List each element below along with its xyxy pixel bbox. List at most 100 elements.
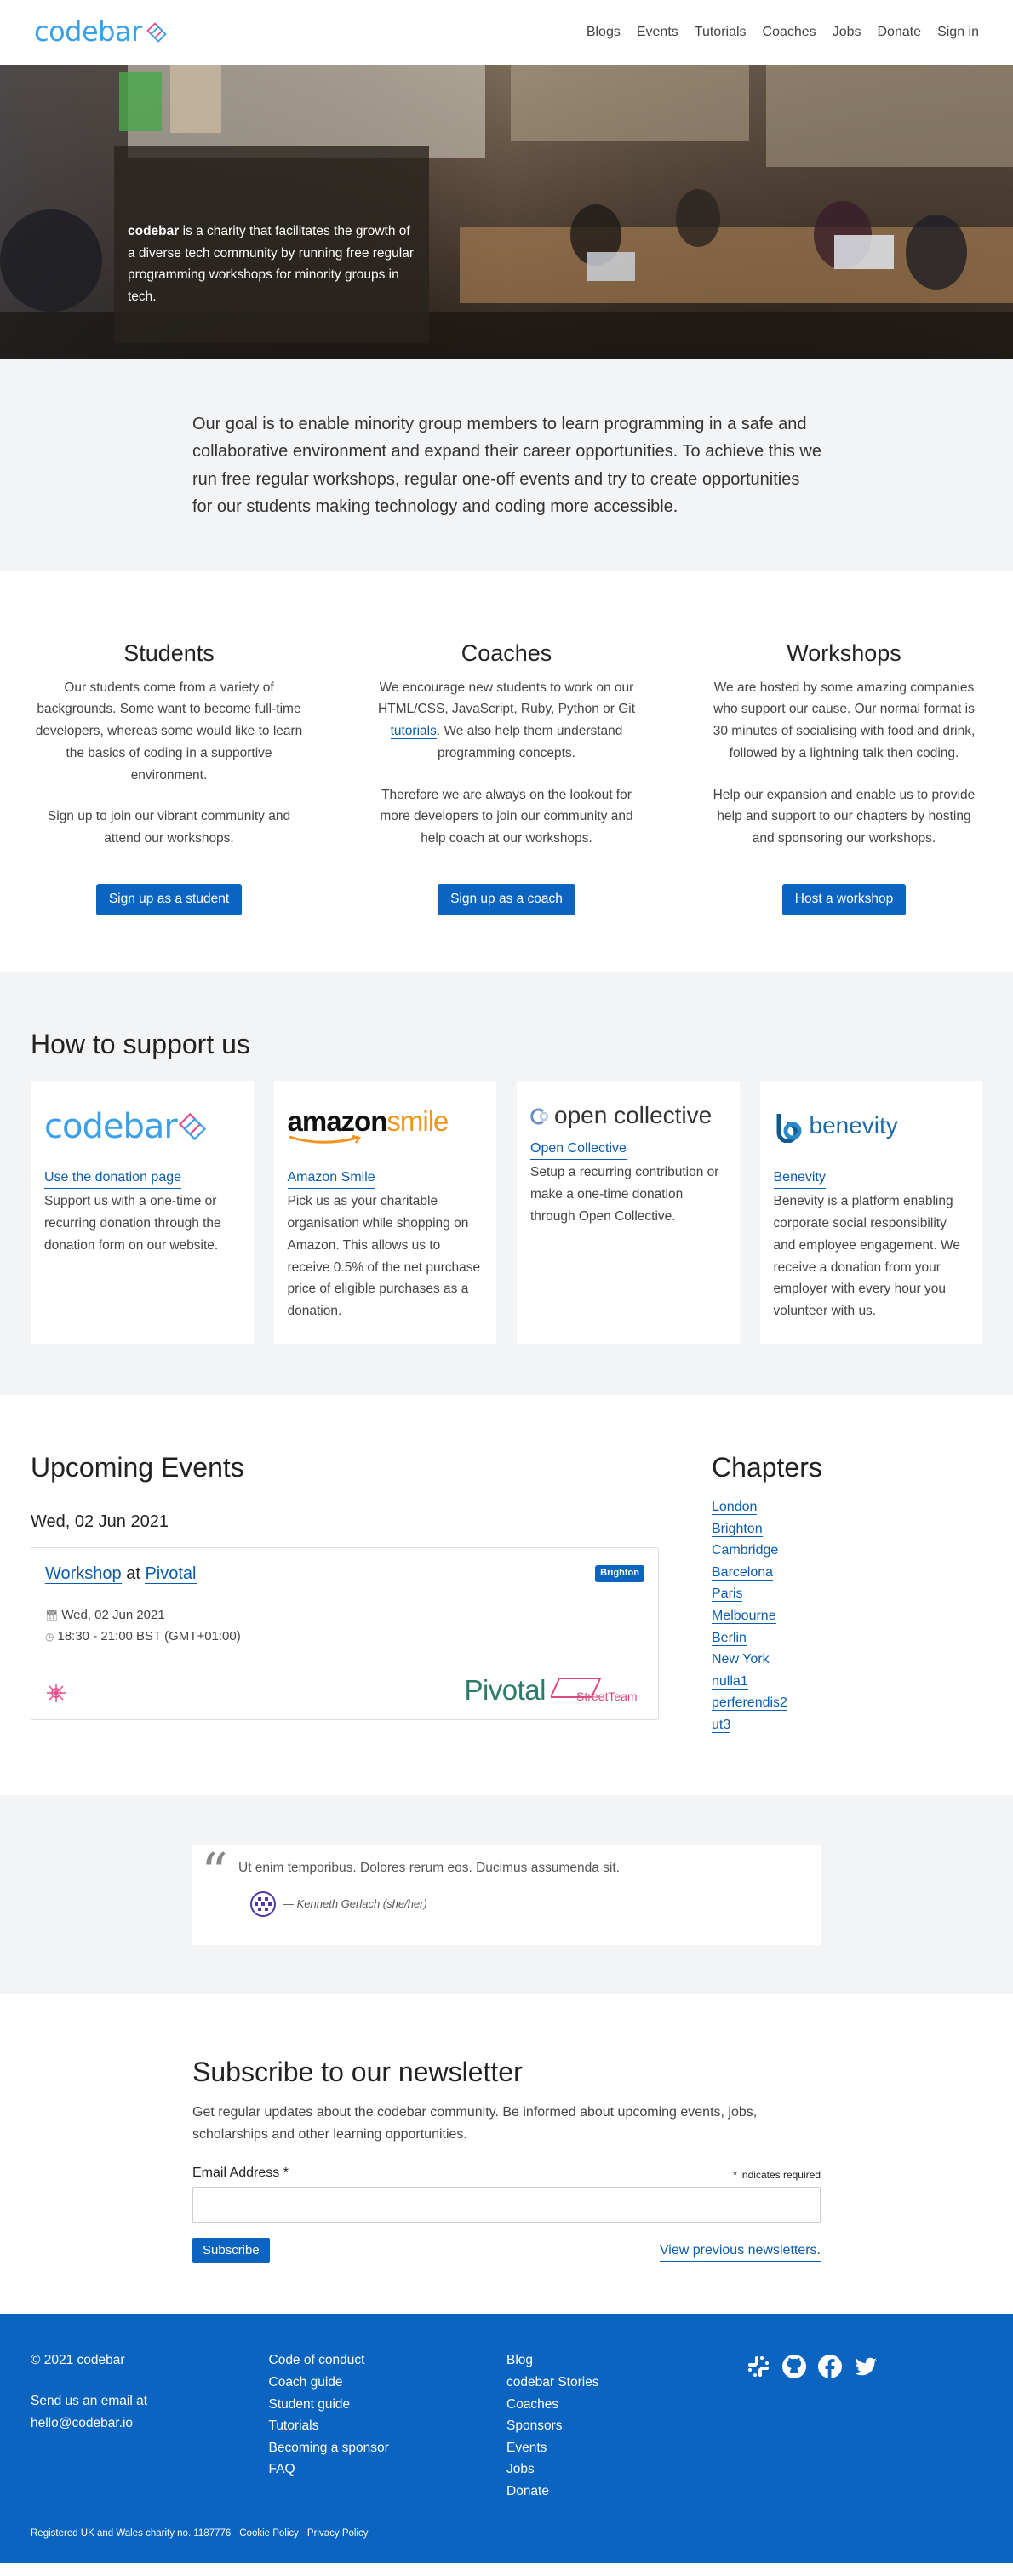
amazon-smile-text: Pick us as your charitable organisation … — [287, 1194, 481, 1318]
benevity-link[interactable]: Benevity — [773, 1167, 826, 1190]
nav-sign-in[interactable]: Sign in — [937, 21, 979, 43]
nav-donate[interactable]: Donate — [877, 21, 921, 43]
support-title: How to support us — [31, 1028, 250, 1059]
chapter-berlin[interactable]: Berlin — [712, 1630, 747, 1646]
chapter-item: Barcelona — [712, 1562, 822, 1584]
footer-link-blog[interactable]: Blog — [506, 2353, 533, 2367]
sponsor-logo[interactable]: Pivotal StreetTeam — [464, 1676, 644, 1704]
nav-events[interactable]: Events — [637, 21, 678, 43]
workshops-text-1: We are hosted by some amazing companies … — [713, 680, 976, 760]
workshops-text-2: Help our expansion and enable us to prov… — [713, 787, 976, 846]
nav-blogs[interactable]: Blogs — [587, 21, 621, 43]
chapter-perferendis2[interactable]: perferendis2 — [712, 1695, 787, 1712]
event-date-row: 📅︎ Wed, 02 Jun 2021 — [45, 1604, 644, 1626]
footer-social — [745, 2349, 983, 2502]
host-workshop-button[interactable]: Host a workshop — [781, 883, 907, 915]
events-title: Upcoming Events — [31, 1451, 244, 1483]
student-signup-button[interactable]: Sign up as a student — [95, 883, 243, 915]
footer-link-code-of-conduct[interactable]: Code of conduct — [269, 2353, 365, 2367]
chapter-melbourne[interactable]: Melbourne — [712, 1608, 776, 1624]
footer-link-stories[interactable]: codebar Stories — [506, 2375, 599, 2390]
email-label: Email Address * — [192, 2165, 289, 2180]
chapter-paris[interactable]: Paris — [712, 1586, 743, 1603]
nav-coaches[interactable]: Coaches — [763, 21, 816, 43]
goal-text: Our goal is to enable minority group mem… — [192, 415, 821, 517]
calendar-icon: 📅︎ — [45, 1609, 59, 1621]
donation-page-link[interactable]: Use the donation page — [44, 1167, 182, 1190]
coaches-text-2: Therefore we are always on the lookout f… — [380, 787, 633, 846]
open-collective-link[interactable]: Open Collective — [530, 1138, 627, 1161]
open-collective-card: open collective Open Collective Setup a … — [517, 1081, 740, 1344]
footer-link-faq[interactable]: FAQ — [269, 2462, 295, 2476]
nav-tutorials[interactable]: Tutorials — [695, 21, 747, 43]
logo-mark-icon — [146, 22, 167, 43]
chapter-badge[interactable]: Brighton — [595, 1564, 644, 1582]
cookie-policy-link[interactable]: Cookie Policy — [239, 2526, 299, 2541]
support-cards: codebar Use the donation page Support us… — [31, 1081, 982, 1344]
copyright: © 2021 codebar — [31, 2353, 125, 2368]
footer-link-student-guide[interactable]: Student guide — [269, 2397, 351, 2412]
footer-link-becoming-sponsor[interactable]: Becoming a sponsor — [269, 2441, 389, 2455]
testimonial-card: “ Ut enim temporibus. Dolores rerum eos.… — [192, 1841, 821, 1946]
benevity-text-body: Benevity is a platform enabling corporat… — [773, 1194, 960, 1318]
tutorials-link[interactable]: tutorials — [390, 724, 437, 740]
streetteam-logo: StreetTeam — [551, 1677, 644, 1704]
author-name: — Kenneth Gerlach (she/her) — [283, 1896, 427, 1910]
upcoming-events: Upcoming Events Wed, 02 Jun 2021 Worksho… — [31, 1446, 659, 1736]
amazon-smile-link[interactable]: Amazon Smile — [287, 1167, 375, 1190]
privacy-policy-link[interactable]: Privacy Policy — [307, 2526, 369, 2541]
chapter-london[interactable]: London — [712, 1499, 758, 1515]
footer-link-coaches[interactable]: Coaches — [506, 2397, 558, 2412]
footer-columns: © 2021 codebar Send us an email at hello@… — [31, 2349, 982, 2502]
chapter-cambridge[interactable]: Cambridge — [712, 1543, 779, 1559]
twitter-icon[interactable] — [852, 2353, 879, 2388]
footer-link-sponsors[interactable]: Sponsors — [506, 2418, 562, 2433]
coaches-text-1b: . We also help them understand programmi… — [436, 724, 623, 760]
chapters-title: Chapters — [712, 1451, 822, 1483]
social-links — [745, 2353, 983, 2388]
event-meta: 📅︎ Wed, 02 Jun 2021 ◷ 18:30 - 21:00 BST (G… — [45, 1604, 644, 1648]
footer-link-donate[interactable]: Donate — [506, 2484, 549, 2499]
amazon-smile-arrow-icon — [289, 1135, 361, 1145]
streetteam-text: StreetTeam — [576, 1689, 638, 1703]
benevity-logo: benevity — [774, 1097, 970, 1156]
event-time-row: ◷ 18:30 - 21:00 BST (GMT+01:00) — [45, 1626, 644, 1648]
footer-link-tutorials[interactable]: Tutorials — [269, 2418, 319, 2433]
chapter-nulla1[interactable]: nulla1 — [712, 1673, 748, 1690]
quote-icon: “ — [201, 1841, 228, 1904]
coaches-title: Coaches — [461, 640, 552, 666]
slack-icon[interactable] — [745, 2353, 772, 2388]
subscribe-button[interactable]: Subscribe — [192, 2238, 270, 2263]
event-host-link[interactable]: Pivotal — [145, 1563, 197, 1584]
chapter-new-york[interactable]: New York — [712, 1652, 770, 1668]
donation-card: codebar Use the donation page Support us… — [31, 1081, 254, 1344]
charity-number: Registered UK and Wales charity no. 1187… — [31, 2527, 232, 2539]
avatar — [250, 1891, 276, 1918]
footer-link-coach-guide[interactable]: Coach guide — [269, 2375, 343, 2390]
previous-newsletters-link[interactable]: View previous newsletters. — [659, 2240, 821, 2263]
smile-logo-text: smile — [386, 1105, 449, 1138]
donation-text: Support us with a one-time or recurring … — [44, 1194, 221, 1253]
coach-signup-button[interactable]: Sign up as a coach — [438, 883, 575, 915]
footer-link-events[interactable]: Events — [506, 2441, 547, 2455]
chapter-item: London — [712, 1496, 822, 1518]
email-link[interactable]: hello@codebar.io — [31, 2416, 133, 2430]
coaches-column: Coaches We encourage new students to wor… — [369, 635, 645, 915]
github-icon[interactable] — [781, 2353, 808, 2388]
codebar-logo[interactable]: codebar — [34, 10, 168, 54]
email-contact: Send us an email at hello@codebar.io — [31, 2390, 269, 2434]
chapter-ut3[interactable]: ut3 — [712, 1717, 731, 1733]
event-type-link[interactable]: Workshop — [45, 1563, 122, 1584]
email-intro: Send us an email at — [31, 2393, 148, 2408]
amazon-smile-logo: amazonsmile — [288, 1097, 484, 1156]
nav-jobs[interactable]: Jobs — [833, 21, 861, 43]
chapter-barcelona[interactable]: Barcelona — [712, 1564, 774, 1581]
chapter-item: New York — [712, 1649, 822, 1671]
open-collective-icon — [530, 1108, 549, 1125]
email-field[interactable] — [192, 2187, 821, 2223]
chapter-item: Paris — [712, 1583, 822, 1605]
chapter-brighton[interactable]: Brighton — [712, 1521, 763, 1537]
footer-link-jobs[interactable]: Jobs — [506, 2462, 535, 2476]
chapter-item: Melbourne — [712, 1605, 822, 1627]
facebook-icon[interactable] — [816, 2353, 844, 2388]
